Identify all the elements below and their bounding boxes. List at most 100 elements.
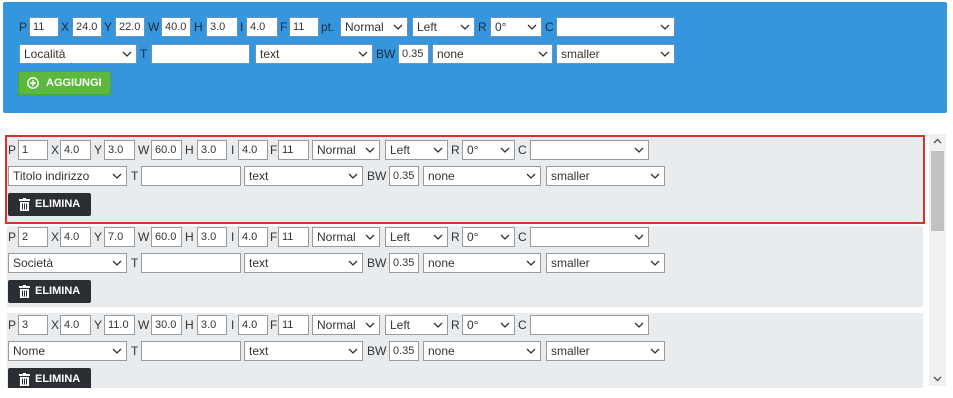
type-select[interactable]: text [244,253,363,273]
field-select[interactable]: Località [19,44,137,64]
bw-input[interactable]: 0.35 [389,166,419,186]
weight-select[interactable]: Normal [340,17,408,37]
y-label: Y [94,318,103,332]
bw-input[interactable]: 0.35 [389,341,419,361]
size-select[interactable]: smaller [546,341,665,361]
bw-label: BW [376,47,396,61]
t-input[interactable] [141,253,241,273]
delete-button-label: ELIMINA [35,285,81,297]
color-select[interactable] [530,315,649,335]
bw-input[interactable]: 0.35 [389,253,419,273]
p-input[interactable]: 1 [18,140,48,160]
color-select[interactable] [556,17,675,37]
h-input[interactable]: 3.0 [197,227,227,247]
weight-select[interactable]: Normal [312,140,380,160]
w-label: W [138,318,150,332]
scroll-down-arrow-icon[interactable] [933,374,942,383]
field-select[interactable]: Nome [8,341,127,361]
scrollbar-thumb[interactable] [931,151,944,231]
x-input[interactable]: 4.0 [60,227,91,247]
scroll-up-arrow-icon[interactable] [933,137,942,146]
delete-button-label: ELIMINA [35,198,81,210]
y-input[interactable]: 7.0 [104,227,135,247]
rotation-select[interactable]: 0° [462,140,515,160]
size-select[interactable]: smaller [546,253,665,273]
color-select[interactable] [530,227,649,247]
i-input[interactable]: 4.0 [238,227,268,247]
f-input[interactable]: 11 [278,140,309,160]
chevron-down-icon [112,260,122,266]
x-input[interactable]: 24.0 [72,17,102,37]
color-select[interactable] [530,140,649,160]
size-select[interactable]: smaller [556,44,675,64]
f-label: F [270,143,278,157]
y-label: Y [94,143,103,157]
delete-button[interactable]: ELIMINA [8,280,91,303]
type-select[interactable]: text [244,341,363,361]
y-input[interactable]: 22.0 [115,17,145,37]
w-input[interactable]: 60.0 [151,227,182,247]
i-label: I [231,318,235,332]
y-input[interactable]: 11.0 [104,315,135,335]
p-input[interactable]: 2 [18,227,48,247]
plus-circle-icon [27,77,39,89]
bw-input[interactable]: 0.35 [398,44,429,64]
align-select[interactable]: Left [412,17,475,37]
add-button[interactable]: AGGIUNGI [18,71,111,95]
f-input[interactable]: 11 [278,315,309,335]
y-input[interactable]: 3.0 [104,140,135,160]
w-input[interactable]: 40.0 [161,17,191,37]
chevron-down-icon [634,147,644,153]
rotation-select-value: 0° [495,20,507,34]
align-select[interactable]: Left [385,315,448,335]
align-select[interactable]: Left [385,140,448,160]
x-input[interactable]: 4.0 [60,315,91,335]
border-select[interactable]: none [432,44,553,64]
weight-select[interactable]: Normal [312,315,380,335]
border-select[interactable]: none [423,253,541,273]
field-select[interactable]: Titolo indirizzo [8,166,127,186]
border-select[interactable]: none [423,166,541,186]
rotation-select[interactable]: 0° [462,227,515,247]
t-input[interactable] [141,341,241,361]
p-input[interactable]: 11 [29,17,59,37]
type-select[interactable]: text [255,44,373,64]
add-button-label: AGGIUNGI [46,77,102,89]
chevron-down-icon [433,234,443,240]
r-label: R [451,318,460,332]
trash-icon [19,373,30,386]
rotation-select[interactable]: 0° [490,17,542,37]
h-input[interactable]: 3.0 [197,315,227,335]
weight-select[interactable]: Normal [312,227,380,247]
w-input[interactable]: 30.0 [151,315,182,335]
chevron-down-icon [348,173,358,179]
align-select-value: Left [390,318,411,332]
chevron-down-icon [660,51,670,57]
field-select-value: Nome [13,344,46,358]
i-input[interactable]: 4.0 [238,315,268,335]
i-input[interactable]: 4.0 [238,140,268,160]
t-input[interactable] [151,44,250,64]
align-select[interactable]: Left [385,227,448,247]
delete-button[interactable]: ELIMINA [8,193,91,216]
h-input[interactable]: 3.0 [197,140,227,160]
i-input[interactable]: 4.0 [246,17,278,37]
t-input[interactable] [141,166,241,186]
p-input[interactable]: 3 [18,315,48,335]
x-input[interactable]: 4.0 [60,140,91,160]
delete-button[interactable]: ELIMINA [8,368,91,388]
border-select[interactable]: none [423,341,541,361]
type-select[interactable]: text [244,166,363,186]
f-input[interactable]: 11 [278,227,309,247]
t-label: T [140,47,148,61]
h-input[interactable]: 3.0 [206,17,238,37]
chevron-down-icon [500,234,510,240]
r-label: R [451,230,460,244]
rotation-select[interactable]: 0° [462,315,515,335]
field-select[interactable]: Società [8,253,127,273]
size-select[interactable]: smaller [546,166,665,186]
w-input[interactable]: 60.0 [151,140,182,160]
h-label: H [194,20,203,34]
field-select-value: Titolo indirizzo [13,169,90,183]
f-input[interactable]: 11 [289,17,319,37]
